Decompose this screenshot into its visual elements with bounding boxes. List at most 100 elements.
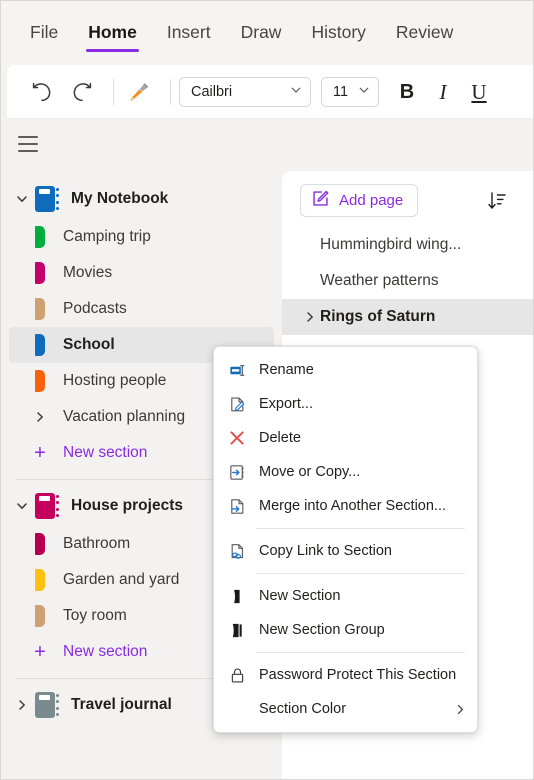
section-color-swatch <box>35 370 45 392</box>
notebook-icon <box>35 184 61 214</box>
page-list: Hummingbird wing... Weather patterns Rings… <box>282 227 533 335</box>
notebook-label: Travel journal <box>71 696 172 713</box>
notebook-twisty[interactable] <box>9 698 35 712</box>
new-section-group-icon <box>226 621 248 640</box>
context-menu-separator <box>256 652 465 653</box>
ribbon-tab-history[interactable]: History <box>298 16 378 52</box>
rename-icon <box>226 361 248 380</box>
context-menu-item[interactable]: Delete <box>214 421 477 455</box>
section-color-swatch <box>35 334 45 356</box>
undo-icon[interactable] <box>25 75 59 109</box>
section-row[interactable]: Camping trip <box>9 219 274 255</box>
new-section-icon <box>226 587 248 606</box>
edit-page-icon <box>311 189 330 213</box>
chevron-down-icon <box>358 83 370 101</box>
context-menu-label: Copy Link to Section <box>259 543 392 559</box>
ribbon-tab-label: Review <box>395 22 454 42</box>
ribbon-toolbar: Cailbri 11 B I U <box>7 65 533 119</box>
section-label: Hosting people <box>63 372 167 389</box>
page-list-header: Add page <box>282 171 533 217</box>
chevron-right-icon[interactable] <box>300 310 320 324</box>
context-menu-item[interactable]: New Section <box>214 579 477 613</box>
context-menu-label: Password Protect This Section <box>259 667 457 683</box>
ribbon-tab-draw[interactable]: Draw <box>228 16 295 52</box>
copy-link-icon <box>226 542 248 561</box>
section-label: Garden and yard <box>63 571 180 588</box>
section-label: Toy room <box>63 607 127 624</box>
section-color-swatch <box>35 533 45 555</box>
merge-section-icon <box>226 497 248 516</box>
chevron-right-icon <box>303 310 317 324</box>
notebook-label: House projects <box>71 497 183 514</box>
context-menu-item[interactable]: Rename <box>214 353 477 387</box>
hamburger-menu-icon[interactable] <box>13 131 43 157</box>
chevron-right-icon <box>33 410 47 424</box>
context-menu-item[interactable]: Move or Copy... <box>214 455 477 489</box>
ribbon-tab-insert[interactable]: Insert <box>154 16 224 52</box>
ribbon-tab-label: History <box>311 22 366 42</box>
new-section-label: New section <box>63 643 148 660</box>
ribbon-tab-home[interactable]: Home <box>75 16 150 52</box>
chevron-down-icon <box>290 83 302 101</box>
page-list-item[interactable]: Rings of Saturn <box>282 299 533 335</box>
chevron-down-icon <box>15 499 29 513</box>
context-menu-item[interactable]: Export... <box>214 387 477 421</box>
font-family-value: Cailbri <box>191 84 233 100</box>
notebook-row[interactable]: My Notebook <box>9 179 274 219</box>
context-menu-label: New Section Group <box>259 622 385 638</box>
ribbon-tab-review[interactable]: Review <box>383 16 466 52</box>
section-label: Movies <box>63 264 113 281</box>
notebook-icon <box>35 491 61 521</box>
merge-section-icon <box>228 497 247 516</box>
notebook-twisty[interactable] <box>9 192 35 206</box>
section-color-swatch <box>35 298 45 320</box>
context-menu-separator <box>256 573 465 574</box>
lock-icon <box>226 666 248 685</box>
ribbon-tab-label: Insert <box>166 22 211 42</box>
bold-button[interactable]: B <box>389 75 425 109</box>
redo-icon[interactable] <box>65 75 99 109</box>
format-painter-icon[interactable] <box>122 75 156 109</box>
sort-descending-icon[interactable] <box>481 185 513 217</box>
page-list-item[interactable]: Hummingbird wing... <box>282 227 533 263</box>
context-menu-item[interactable]: Copy Link to Section <box>214 534 477 568</box>
section-label: Camping trip <box>63 228 151 245</box>
context-menu-item[interactable]: Password Protect This Section <box>214 658 477 692</box>
toolbar-divider-2 <box>170 79 171 105</box>
font-size-value: 11 <box>333 84 349 100</box>
page-title: Hummingbird wing... <box>320 236 462 253</box>
copy-link-icon <box>228 542 247 561</box>
section-color-swatch <box>35 605 45 627</box>
notebook-label: My Notebook <box>71 190 169 207</box>
section-color-swatch <box>35 569 45 591</box>
plus-icon: + <box>34 641 46 663</box>
ribbon-tab-label: File <box>30 22 59 42</box>
underline-button[interactable]: U <box>461 75 497 109</box>
new-section-icon <box>228 587 247 606</box>
font-family-select[interactable]: Cailbri <box>179 77 311 107</box>
section-label: Podcasts <box>63 300 127 317</box>
chevron-down-icon <box>15 192 29 206</box>
context-menu-item[interactable]: New Section Group <box>214 613 477 647</box>
add-page-button[interactable]: Add page <box>300 184 419 217</box>
context-menu-separator <box>256 528 465 529</box>
context-menu-label: Rename <box>259 362 314 378</box>
context-menu-item[interactable]: Section Color <box>214 692 477 726</box>
page-list-item[interactable]: Weather patterns <box>282 263 533 299</box>
context-menu-label: Delete <box>259 430 301 446</box>
font-size-select[interactable]: 11 <box>321 77 379 107</box>
context-menu-label: Section Color <box>259 701 347 717</box>
section-row[interactable]: Podcasts <box>9 291 274 327</box>
notebook-icon <box>35 690 61 720</box>
lock-icon <box>228 666 247 685</box>
delete-x-icon <box>228 429 246 447</box>
notebook-twisty[interactable] <box>9 499 35 513</box>
section-row[interactable]: Movies <box>9 255 274 291</box>
italic-button[interactable]: I <box>425 75 461 109</box>
section-color-swatch <box>35 262 45 284</box>
context-menu-label: Move or Copy... <box>259 464 361 480</box>
context-menu-item[interactable]: Merge into Another Section... <box>214 489 477 523</box>
submenu-arrow-icon <box>454 703 467 716</box>
ribbon-tab-file[interactable]: File <box>17 16 71 52</box>
chevron-right-icon[interactable] <box>35 410 45 424</box>
